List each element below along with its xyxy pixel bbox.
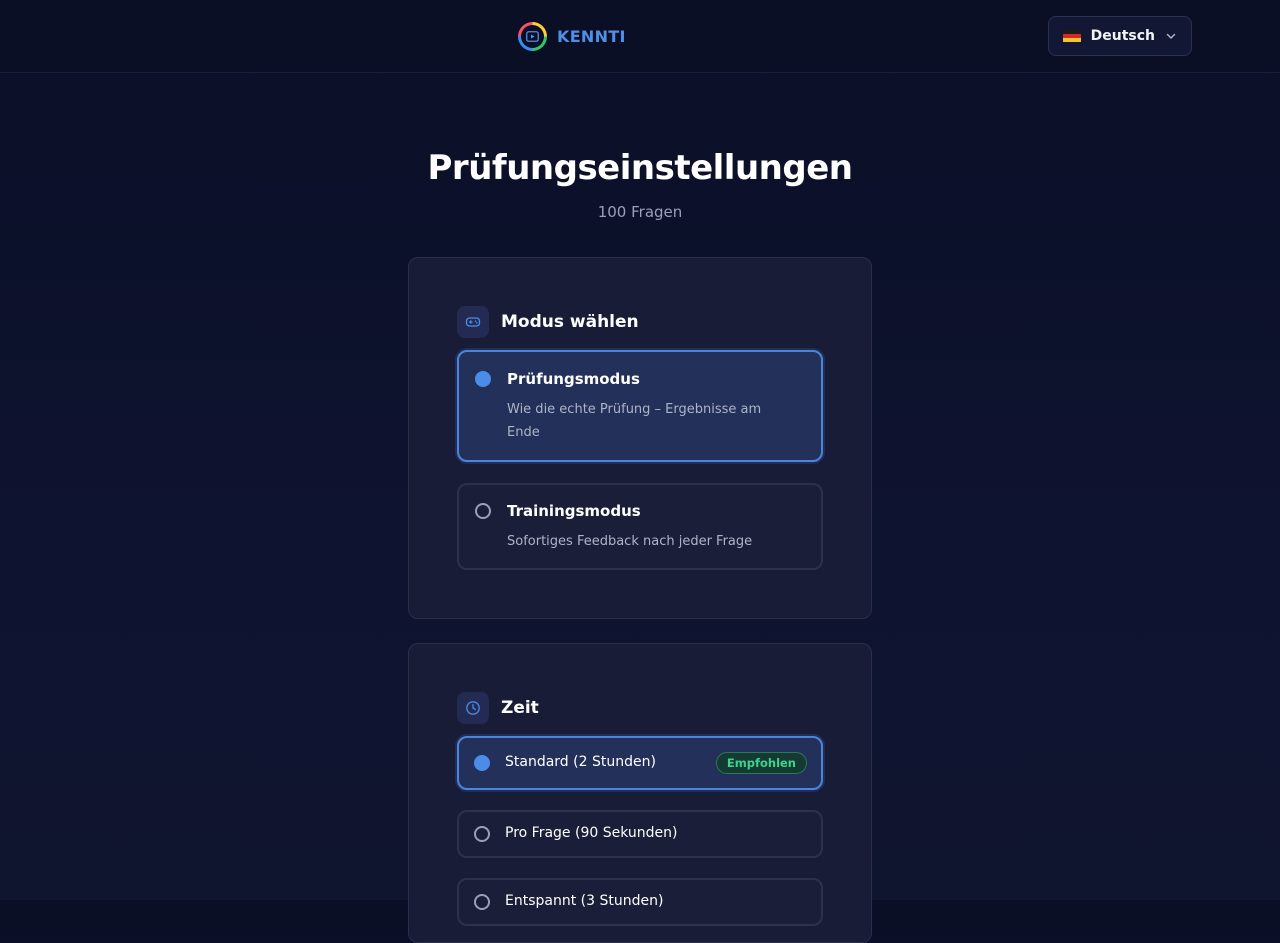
option-relaxed-time[interactable]: Entspannt (3 Stunden) bbox=[457, 878, 823, 926]
chevron-down-icon bbox=[1165, 27, 1177, 46]
option-training-mode[interactable]: Trainingsmodus Sofortiges Feedback nach … bbox=[457, 483, 823, 570]
language-selector[interactable]: Deutsch bbox=[1048, 16, 1192, 56]
option-standard-time[interactable]: Standard (2 Stunden) Empfohlen bbox=[457, 736, 823, 790]
radio-selected[interactable] bbox=[474, 755, 490, 771]
time-card: Zeit Standard (2 Stunden) Empfohlen Pro … bbox=[408, 643, 872, 943]
germany-flag-icon bbox=[1063, 29, 1081, 43]
radio-unselected[interactable] bbox=[474, 894, 490, 910]
brand-name: KENNTI bbox=[557, 26, 626, 46]
clock-icon bbox=[457, 692, 489, 724]
logo-icon bbox=[518, 21, 547, 51]
gamepad-icon bbox=[457, 306, 489, 338]
option-title: Prüfungsmodus bbox=[507, 370, 640, 388]
mode-section-header: Modus wählen bbox=[457, 306, 639, 338]
option-label: Standard (2 Stunden) bbox=[505, 754, 656, 770]
option-title: Trainingsmodus bbox=[507, 502, 641, 520]
mode-section-title: Modus wählen bbox=[501, 312, 639, 332]
page-subtitle: 100 Fragen bbox=[597, 203, 683, 221]
option-description: Wie die echte Prüfung – Ergebnisse am En… bbox=[507, 402, 762, 440]
radio-selected[interactable] bbox=[475, 371, 491, 387]
brand[interactable]: KENNTI bbox=[518, 21, 626, 51]
time-section-title: Zeit bbox=[501, 698, 539, 718]
option-description: Sofortiges Feedback nach jeder Frage bbox=[507, 534, 753, 549]
option-label: Pro Frage (90 Sekunden) bbox=[505, 825, 678, 841]
radio-unselected[interactable] bbox=[474, 826, 490, 842]
page-title: Prüfungseinstellungen bbox=[427, 148, 853, 188]
recommended-badge: Empfohlen bbox=[715, 752, 807, 774]
radio-unselected[interactable] bbox=[475, 503, 491, 519]
mode-card: Modus wählen Prüfungsmodus Wie die echte… bbox=[408, 257, 872, 619]
language-label: Deutsch bbox=[1090, 28, 1155, 44]
option-exam-mode[interactable]: Prüfungsmodus Wie die echte Prüfung – Er… bbox=[457, 350, 823, 462]
top-bar: KENNTI Deutsch bbox=[0, 0, 1280, 73]
time-section-header: Zeit bbox=[457, 692, 539, 724]
option-label: Entspannt (3 Stunden) bbox=[505, 893, 664, 909]
option-per-question-time[interactable]: Pro Frage (90 Sekunden) bbox=[457, 810, 823, 858]
